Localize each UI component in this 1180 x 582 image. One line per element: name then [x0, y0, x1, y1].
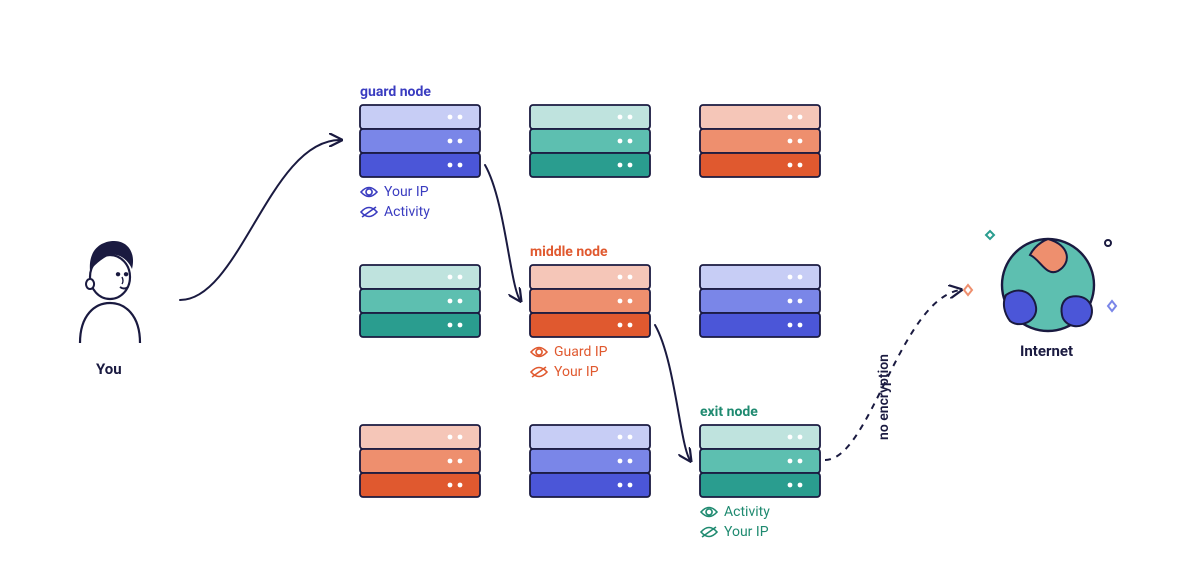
server-led-icon: [628, 299, 633, 304]
no-encryption-label: no encryption: [876, 354, 892, 440]
server-led-icon: [788, 483, 793, 488]
server-led-icon: [458, 483, 463, 488]
server-led-icon: [458, 139, 463, 144]
exit-hidden-text: Your IP: [724, 524, 769, 540]
middle-visible-text: Guard IP: [554, 344, 608, 360]
server-led-icon: [618, 459, 623, 464]
server-led-icon: [628, 275, 633, 280]
server-led-icon: [458, 275, 463, 280]
guard-visible-text: Your IP: [384, 184, 429, 200]
server-led-icon: [798, 139, 803, 144]
server-led-icon: [798, 163, 803, 168]
server-led-icon: [448, 299, 453, 304]
server-led-icon: [628, 435, 633, 440]
eye-slash-icon: [360, 205, 378, 219]
server-led-icon: [458, 459, 463, 464]
server-led-icon: [628, 459, 633, 464]
server-led-icon: [798, 483, 803, 488]
server-led-icon: [618, 483, 623, 488]
middle-hidden-row: Your IP: [530, 364, 599, 380]
server-led-icon: [788, 459, 793, 464]
guard-node-title: guard node: [360, 84, 431, 100]
server-led-icon: [798, 275, 803, 280]
middle-hidden-text: Your IP: [554, 364, 599, 380]
server-led-icon: [798, 323, 803, 328]
server-led-icon: [618, 115, 623, 120]
server-led-icon: [788, 299, 793, 304]
guard-hidden-row: Activity: [360, 204, 430, 220]
relay-grid: [360, 105, 820, 497]
server-led-icon: [628, 483, 633, 488]
server-led-icon: [458, 163, 463, 168]
eye-slash-icon: [530, 365, 548, 379]
middle-visible-row: Guard IP: [530, 344, 608, 360]
guard-visible-row: Your IP: [360, 184, 429, 200]
server-led-icon: [458, 299, 463, 304]
server-led-icon: [618, 163, 623, 168]
server-led-icon: [798, 459, 803, 464]
server-led-icon: [788, 323, 793, 328]
exit-node-title: exit node: [700, 404, 758, 420]
server-led-icon: [628, 115, 633, 120]
exit-visible-text: Activity: [724, 504, 770, 520]
exit-hidden-row: Your IP: [700, 524, 769, 540]
server-led-icon: [788, 139, 793, 144]
server-led-icon: [618, 275, 623, 280]
middle-node-title: middle node: [530, 244, 608, 260]
server-led-icon: [788, 163, 793, 168]
server-led-icon: [788, 435, 793, 440]
server-led-icon: [618, 435, 623, 440]
server-led-icon: [448, 483, 453, 488]
server-led-icon: [798, 435, 803, 440]
server-led-icon: [458, 115, 463, 120]
no-encryption-arrow: [825, 290, 960, 460]
guard-hidden-text: Activity: [384, 204, 430, 220]
server-led-icon: [448, 323, 453, 328]
server-led-icon: [458, 435, 463, 440]
server-led-icon: [628, 323, 633, 328]
server-led-icon: [628, 163, 633, 168]
server-led-icon: [448, 163, 453, 168]
server-led-icon: [448, 115, 453, 120]
you-label: You: [96, 360, 122, 378]
server-led-icon: [448, 275, 453, 280]
eye-slash-icon: [700, 525, 718, 539]
server-led-icon: [618, 323, 623, 328]
server-led-icon: [448, 459, 453, 464]
server-led-icon: [618, 299, 623, 304]
server-led-icon: [788, 115, 793, 120]
server-led-icon: [798, 115, 803, 120]
eye-icon: [700, 505, 718, 519]
server-led-icon: [788, 275, 793, 280]
server-led-icon: [798, 299, 803, 304]
eye-icon: [360, 185, 378, 199]
eye-icon: [530, 345, 548, 359]
exit-visible-row: Activity: [700, 504, 770, 520]
server-led-icon: [448, 139, 453, 144]
internet-globe: [964, 231, 1116, 331]
server-led-icon: [628, 139, 633, 144]
you-illustration: [80, 241, 140, 343]
internet-label: Internet: [1020, 342, 1073, 360]
server-led-icon: [618, 139, 623, 144]
server-led-icon: [448, 435, 453, 440]
server-led-icon: [458, 323, 463, 328]
